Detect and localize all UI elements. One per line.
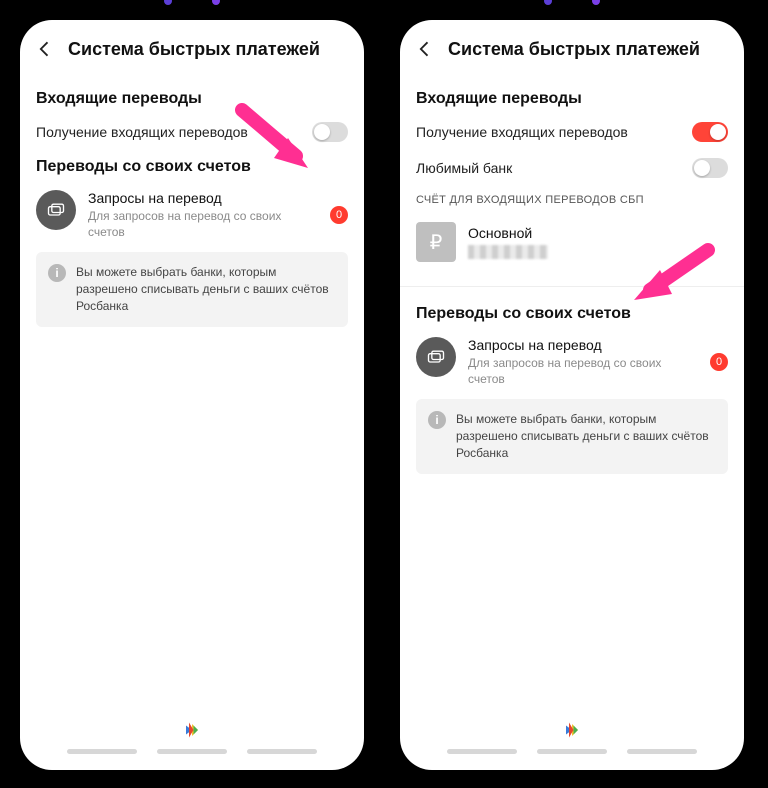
cards-icon (36, 190, 76, 230)
list-item-subtitle: Для запросов на перевод со своих счетов (468, 355, 698, 387)
transfer-requests-item[interactable]: Запросы на перевод Для запросов на перев… (36, 190, 348, 240)
annotation-arrow-icon (620, 238, 720, 318)
android-nav-bar[interactable] (447, 749, 697, 760)
account-name: Основной (468, 225, 548, 241)
android-nav-bar[interactable] (67, 749, 317, 760)
cards-icon (416, 337, 456, 377)
favorite-bank-label: Любимый банк (416, 160, 682, 176)
request-count-badge: 0 (330, 206, 348, 224)
request-count-badge: 0 (710, 353, 728, 371)
transfer-requests-item[interactable]: Запросы на перевод Для запросов на перев… (416, 337, 728, 387)
favorite-bank-row[interactable]: Любимый банк (416, 158, 728, 178)
section-incoming-heading: Входящие переводы (416, 90, 728, 108)
annotation-arrow-icon (230, 98, 320, 188)
ruble-icon: ₽ (416, 222, 456, 262)
info-box: i Вы можете выбрать банки, которым разре… (416, 399, 728, 473)
incoming-toggle-row[interactable]: Получение входящих переводов (416, 122, 728, 142)
list-item-title: Запросы на перевод (88, 190, 318, 206)
info-text: Вы можете выбрать банки, которым разреше… (76, 264, 336, 314)
phone-frame-right: Система быстрых платежей Входящие перево… (400, 20, 744, 770)
list-item-subtitle: Для запросов на перевод со своих счетов (88, 208, 318, 240)
account-number-redacted (468, 245, 548, 259)
back-arrow-icon[interactable] (34, 38, 56, 60)
app-header: Система быстрых платежей (400, 20, 744, 74)
page-title: Система быстрых платежей (448, 39, 700, 60)
sbp-logo-icon (563, 721, 581, 739)
list-item-title: Запросы на перевод (468, 337, 698, 353)
phone-notch (117, 0, 267, 16)
incoming-toggle[interactable] (692, 122, 728, 142)
info-box: i Вы можете выбрать банки, которым разре… (36, 252, 348, 326)
page-title: Система быстрых платежей (68, 39, 320, 60)
account-subheading: СЧЁТ ДЛЯ ВХОДЯЩИХ ПЕРЕВОДОВ СБП (416, 194, 728, 206)
app-header: Система быстрых платежей (20, 20, 364, 74)
phone-notch (497, 0, 647, 16)
info-icon: i (428, 411, 446, 429)
incoming-toggle-label: Получение входящих переводов (416, 124, 682, 140)
sbp-logo-icon (183, 721, 201, 739)
favorite-bank-toggle[interactable] (692, 158, 728, 178)
back-arrow-icon[interactable] (414, 38, 436, 60)
info-text: Вы можете выбрать банки, которым разреше… (456, 411, 716, 461)
info-icon: i (48, 264, 66, 282)
